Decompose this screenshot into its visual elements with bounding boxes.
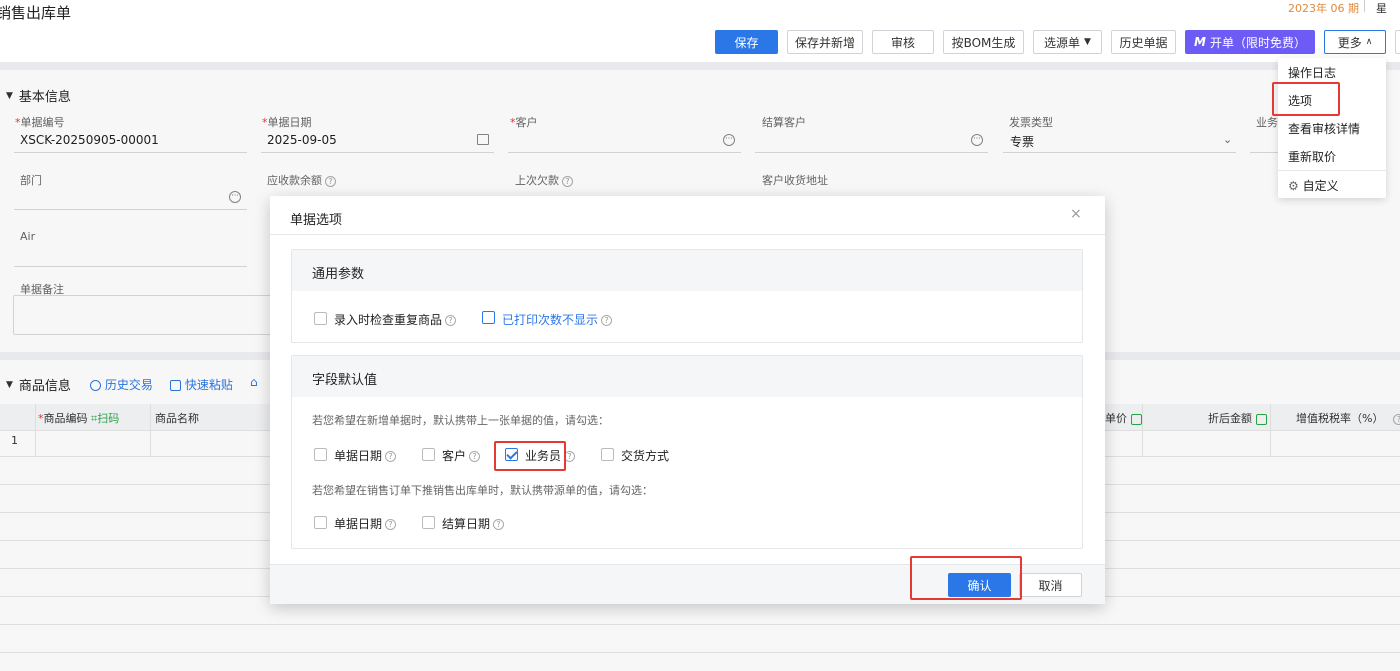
push-settle-date-checkbox[interactable] [422, 516, 435, 529]
default-delivery-checkbox[interactable] [601, 448, 614, 461]
cancel-button[interactable]: 取消 [1019, 573, 1082, 597]
default-doc-date-label: 单据日期? [334, 447, 397, 464]
menu-item-audit-detail[interactable]: 查看审核详情 [1288, 120, 1360, 137]
period-label: 2023年 06 期 [1288, 2, 1359, 15]
bom-generate-button-label: 按BOM生成 [951, 35, 1016, 50]
extra-button[interactable] [1395, 30, 1400, 54]
push-settle-date-label: 结算日期? [442, 515, 505, 532]
help-icon: ? [469, 451, 481, 462]
hide-print-count-checkbox[interactable] [482, 311, 495, 324]
push-hint: 若您希望在销售订单下推销售出库单时，默认携带源单的值，请勾选： [312, 484, 653, 497]
save-button[interactable]: 保存 [715, 30, 778, 54]
page-title: 销售出库单 [0, 4, 72, 22]
menu-item-reprice[interactable]: 重新取价 [1288, 148, 1336, 165]
menu-divider [1278, 170, 1386, 171]
check-duplicate-label: 录入时检查重复商品? [334, 311, 457, 328]
close-icon[interactable]: × [1070, 206, 1082, 222]
default-customer-label: 客户? [442, 447, 481, 464]
default-delivery-label: 交货方式 [621, 449, 670, 463]
new-doc-hint: 若您希望在新增单据时，默认携带上一张单据的值，请勾选： [312, 414, 609, 427]
field-defaults-title: 字段默认值 [312, 373, 378, 388]
help-icon: ? [493, 519, 505, 530]
bom-generate-button[interactable]: 按BOM生成 [943, 30, 1024, 54]
dialog-header-divider [270, 234, 1105, 235]
audit-button-label: 审核 [890, 35, 915, 50]
help-icon: ? [385, 519, 397, 530]
highlight-salesman-box [494, 441, 566, 471]
check-duplicate-checkbox[interactable] [314, 312, 327, 325]
chevron-up-icon: ∧ [1365, 37, 1373, 47]
history-docs-label: 历史单据 [1119, 35, 1168, 50]
save-button-label: 保存 [734, 35, 759, 50]
general-params-panel: 通用参数 录入时检查重复商品? 已打印次数不显示? [291, 249, 1083, 343]
help-icon: ? [385, 451, 397, 462]
invoice-button[interactable]: M 开单（限时免费） [1185, 30, 1315, 54]
dialog-title: 单据选项 [290, 213, 343, 228]
more-dropdown-menu: 操作日志 选项 查看审核详情 重新取价 ⚙ 自定义 [1278, 58, 1386, 198]
push-doc-date-label: 单据日期? [334, 515, 397, 532]
select-source-label: 选源单 [1044, 35, 1081, 50]
hide-print-count-label: 已打印次数不显示? [502, 311, 613, 328]
general-params-title: 通用参数 [312, 267, 365, 282]
field-defaults-panel: 字段默认值 若您希望在新增单据时，默认携带上一张单据的值，请勾选： 单据日期? … [291, 355, 1083, 549]
chevron-down-icon: ▼ [1084, 37, 1091, 47]
menu-item-operation-log[interactable]: 操作日志 [1288, 64, 1336, 81]
panel-header-bg [292, 250, 1082, 291]
more-button[interactable]: 更多 ∧ [1324, 30, 1386, 54]
options-dialog: 单据选项 × 通用参数 录入时检查重复商品? 已打印次数不显示? 字段默认值 若… [270, 196, 1105, 604]
more-button-label: 更多 [1337, 35, 1362, 50]
panel-header-bg [292, 356, 1082, 397]
save-new-button-label: 保存并新增 [794, 35, 855, 50]
audit-button[interactable]: 审核 [872, 30, 934, 54]
history-docs-button[interactable]: 历史单据 [1111, 30, 1176, 54]
invoice-logo-icon: M [1194, 35, 1206, 49]
gear-icon: ⚙ [1288, 179, 1299, 193]
push-doc-date-checkbox[interactable] [314, 516, 327, 529]
help-icon: ? [445, 315, 457, 326]
select-source-button[interactable]: 选源单 ▼ [1033, 30, 1102, 54]
cancel-button-label: 取消 [1038, 578, 1063, 593]
default-customer-checkbox[interactable] [422, 448, 435, 461]
invoice-button-label: 开单（限时免费） [1209, 35, 1306, 50]
save-new-button[interactable]: 保存并新增 [787, 30, 863, 54]
menu-item-customize[interactable]: ⚙ 自定义 [1288, 177, 1339, 194]
help-icon: ? [601, 315, 613, 326]
highlight-confirm-box [910, 556, 1022, 600]
period-divider [1364, 0, 1365, 12]
default-doc-date-checkbox[interactable] [314, 448, 327, 461]
weekday-label: 星 [1376, 2, 1387, 15]
highlight-options-box [1272, 82, 1340, 116]
